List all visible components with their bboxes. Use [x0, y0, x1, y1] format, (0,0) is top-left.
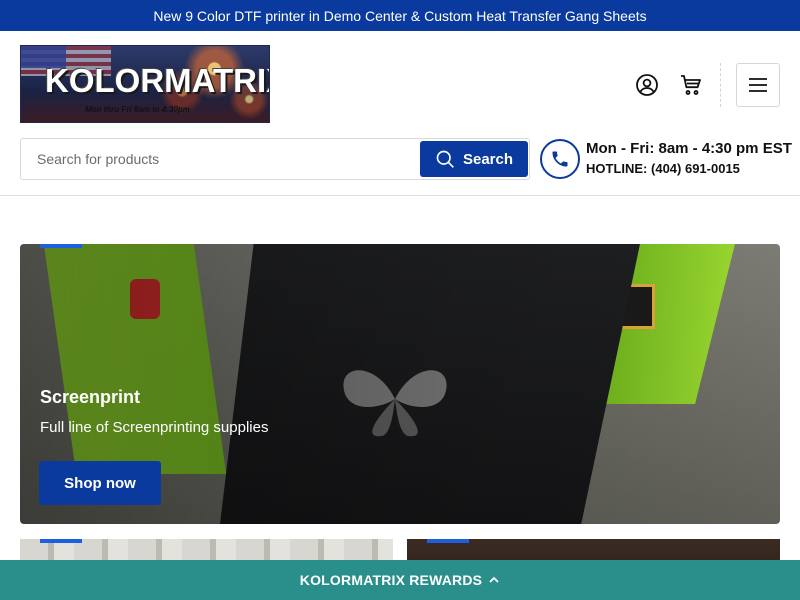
search-form: Search — [20, 138, 530, 180]
search-input[interactable] — [37, 139, 417, 179]
announcement-bar[interactable]: New 9 Color DTF printer in Demo Center &… — [0, 0, 800, 31]
logo-brand-text: KOLORMATRIX — [45, 62, 270, 99]
hero-subtitle: Full line of Screenprinting supplies — [40, 419, 269, 436]
search-button[interactable]: Search — [420, 141, 528, 177]
store-logo[interactable]: KOLORMATRIX Mon thru Fri 8am to 4:30pm — [20, 45, 270, 123]
user-icon — [636, 74, 658, 96]
business-hours: Mon - Fri: 8am - 4:30 pm EST — [586, 140, 792, 157]
collection-tile-2-tag — [427, 539, 469, 543]
announcement-text[interactable]: New 9 Color DTF printer in Demo Center &… — [153, 8, 646, 24]
chevron-up-icon — [489, 576, 499, 583]
hotline-number[interactable]: (404) 691-0015 — [651, 161, 740, 176]
hero-corner-tag — [40, 244, 82, 248]
cart-icon — [681, 75, 701, 95]
hotline: HOTLINE: (404) 691-0015 — [586, 161, 740, 176]
header-bottom-border — [0, 195, 800, 196]
hotline-label: HOTLINE: — [586, 161, 648, 176]
rewards-label: KOLORMATRIX REWARDS — [299, 572, 483, 588]
phone-icon — [552, 151, 568, 167]
menu-button[interactable] — [736, 63, 780, 107]
hero-title: Screenprint — [40, 387, 141, 407]
cart-button[interactable] — [678, 72, 704, 98]
logo-hours-text: Mon thru Fri 8am to 4:30pm — [85, 105, 190, 114]
hamburger-icon — [749, 78, 767, 92]
account-button[interactable] — [634, 72, 660, 98]
rewards-bar[interactable]: KOLORMATRIX REWARDS — [0, 560, 800, 600]
shop-now-button[interactable]: Shop now — [39, 461, 161, 505]
header-divider — [720, 63, 721, 107]
collection-tile-1-tag — [40, 539, 82, 543]
search-button-label: Search — [462, 150, 514, 168]
phone-badge[interactable] — [540, 139, 580, 179]
search-icon — [436, 150, 454, 168]
